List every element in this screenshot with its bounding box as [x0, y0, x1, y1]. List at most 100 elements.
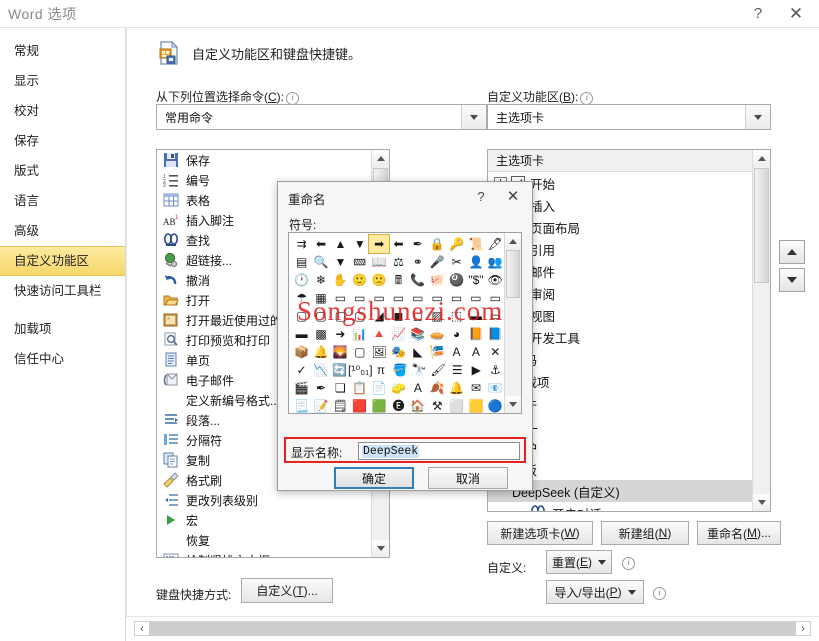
symbol-cell[interactable]: 📋: [350, 379, 369, 397]
sidebar-item-customize-ribbon[interactable]: 自定义功能区: [0, 246, 125, 276]
rename-button[interactable]: 重命名(M)...: [697, 521, 781, 545]
symbol-cell[interactable]: ▭: [428, 289, 447, 307]
symbol-cell[interactable]: ▼: [350, 235, 369, 253]
symbol-cell[interactable]: 🔄: [330, 361, 349, 379]
symbol-cell[interactable]: ▭: [408, 289, 427, 307]
sidebar-item-proofing[interactable]: 校对: [0, 96, 125, 126]
sidebar-item-trust-center[interactable]: 信任中心: [0, 344, 125, 374]
symbol-cell[interactable]: 📉: [311, 361, 330, 379]
symbol-cell[interactable]: ▬: [292, 325, 311, 343]
keyboard-customize-button[interactable]: 自定义(T)...: [241, 578, 333, 603]
ribbon-tree-scrollbar[interactable]: [752, 150, 770, 511]
scroll-left-icon[interactable]: ‹: [135, 621, 149, 636]
symbol-cell[interactable]: 🝙: [350, 253, 369, 271]
symbol-cell[interactable]: [¹⁰₀₁]: [348, 361, 373, 379]
symbol-cell[interactable]: 📧: [486, 379, 505, 397]
symbol-cell[interactable]: 🖋: [486, 235, 505, 253]
symbol-cell[interactable]: 🙁: [369, 271, 388, 289]
symbol-cell[interactable]: 📖: [369, 253, 388, 271]
symbol-cell[interactable]: 🧽: [389, 379, 408, 397]
symbol-cell[interactable]: ☂: [292, 289, 311, 307]
symbol-cell[interactable]: 👥: [486, 253, 505, 271]
symbol-cell[interactable]: 🔑: [447, 235, 466, 253]
dialog-close-icon[interactable]: ✕: [500, 186, 526, 208]
sidebar-item-general[interactable]: 常规: [0, 36, 125, 66]
symbol-cell[interactable]: 🎏: [428, 343, 447, 361]
cancel-button[interactable]: 取消: [428, 467, 508, 489]
symbol-cell[interactable]: 🐖: [428, 271, 447, 289]
hscroll-thumb[interactable]: [149, 622, 796, 635]
symbol-cell[interactable]: ⬜: [447, 397, 466, 413]
scroll-up-icon[interactable]: [505, 233, 521, 250]
symbol-cell[interactable]: ⇉: [292, 235, 311, 253]
symbol-cell[interactable]: 🟥: [350, 397, 369, 413]
symbol-cell[interactable]: 👤: [466, 253, 485, 271]
symbol-cell[interactable]: ◣: [408, 343, 427, 361]
symbol-grid[interactable]: ⇉ ⬅ ▲ ▼ ➡ ⬅ ✒ 🔒 🔑 📜 🖋 ▤ 🔍 ▼ 🝙 📖 ⚖ ⚭ 🎤 ✂ 👤 👥 🕐 ❄ ✋ 🙂 🙁 🖩 📞 🐖 🎱 "$" 👁 ☂ ▦ ▭ ▭ ▭…: [289, 233, 505, 413]
symbol-cell[interactable]: ▩: [311, 325, 330, 343]
symbol-cell[interactable]: ☰: [448, 361, 467, 379]
symbol-cell[interactable]: ⚓: [486, 361, 505, 379]
symbol-cell[interactable]: A: [466, 343, 485, 361]
symbol-cell[interactable]: 📜: [466, 235, 485, 253]
symbol-cell[interactable]: 🙂: [350, 271, 369, 289]
symbol-cell[interactable]: 🖩: [389, 271, 408, 289]
list-item[interactable]: 恢复: [157, 530, 372, 550]
move-up-icon[interactable]: [779, 240, 805, 264]
symbol-cell[interactable]: 🎤: [428, 253, 447, 271]
symbol-cell[interactable]: ▭: [486, 307, 505, 325]
symbol-cell[interactable]: ▢: [350, 343, 369, 361]
sidebar-item-quick-access-toolbar[interactable]: 快速访问工具栏: [0, 276, 125, 306]
symbol-cell[interactable]: ➡: [368, 234, 390, 254]
symbol-cell[interactable]: ⚒: [428, 397, 447, 413]
symbol-cell[interactable]: 👁: [486, 271, 505, 289]
symbol-cell[interactable]: 📘: [486, 325, 505, 343]
symbol-cell[interactable]: ▭: [350, 289, 369, 307]
symbol-cell[interactable]: 🎭: [389, 343, 408, 361]
symbol-cell[interactable]: ▢: [311, 307, 330, 325]
symbol-cell[interactable]: 📞: [408, 271, 427, 289]
symbol-cell[interactable]: ▤: [292, 253, 311, 271]
sidebar-item-advanced[interactable]: 高级: [0, 216, 125, 246]
symbol-cell[interactable]: ❏: [331, 379, 350, 397]
new-group-button[interactable]: 新建组(N): [601, 521, 689, 545]
close-icon[interactable]: ✕: [779, 2, 813, 26]
symbol-cell[interactable]: π: [371, 361, 390, 379]
info-icon[interactable]: i: [653, 587, 666, 600]
symbol-cell[interactable]: ✓: [292, 361, 311, 379]
import-export-button[interactable]: 导入/导出(P): [546, 580, 644, 604]
list-item[interactable]: 保存: [157, 150, 372, 170]
symbol-cell[interactable]: 🕐: [292, 271, 311, 289]
symbol-cell[interactable]: ◕: [447, 325, 466, 343]
scroll-right-icon[interactable]: ›: [796, 621, 810, 636]
move-down-icon[interactable]: [779, 268, 805, 292]
symbol-cell[interactable]: 🟩: [369, 397, 388, 413]
sidebar-item-layout[interactable]: 版式: [0, 156, 125, 186]
scroll-up-icon[interactable]: [753, 150, 770, 167]
scroll-down-icon[interactable]: [372, 540, 389, 557]
symbol-cell[interactable]: 🖌: [429, 361, 448, 379]
scroll-thumb[interactable]: [506, 250, 520, 298]
symbol-cell[interactable]: ❄: [311, 271, 330, 289]
symbol-cell[interactable]: ▦: [311, 289, 330, 307]
list-item[interactable]: 更改列表级别: [157, 490, 372, 510]
symbol-cell[interactable]: 📦: [292, 343, 311, 361]
symbol-cell[interactable]: ✒: [408, 235, 427, 253]
scroll-down-icon[interactable]: [505, 396, 521, 413]
scroll-down-icon[interactable]: [753, 494, 770, 511]
list-item[interactable]: 宏: [157, 510, 372, 530]
symbol-cell[interactable]: A: [447, 343, 466, 361]
symbol-cell[interactable]: ◻: [408, 307, 427, 325]
symbol-cell[interactable]: ▬: [466, 307, 485, 325]
dialog-help-icon[interactable]: ?: [468, 186, 494, 208]
symbol-cell[interactable]: 🟨: [466, 397, 485, 413]
symbol-cell[interactable]: 📄: [369, 379, 388, 397]
symbol-cell[interactable]: 🥧: [428, 325, 447, 343]
symbol-cell[interactable]: ▢: [331, 307, 350, 325]
list-item[interactable]: 绘制竖排文本框: [157, 550, 372, 557]
symbol-cell[interactable]: ▢: [292, 307, 311, 325]
symbol-cell[interactable]: ✕: [486, 343, 505, 361]
help-icon[interactable]: ?: [741, 2, 775, 26]
symbol-cell[interactable]: 🔺: [369, 325, 388, 343]
display-name-input[interactable]: DeepSeek: [358, 442, 520, 460]
